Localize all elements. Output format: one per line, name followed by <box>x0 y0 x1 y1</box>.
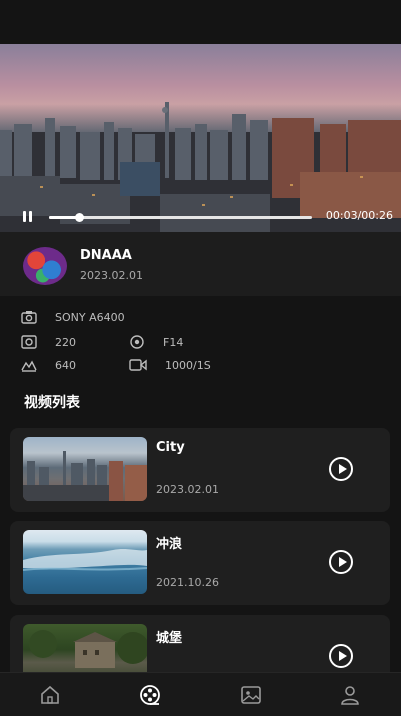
spec-camera: SONY A6400 <box>21 310 125 324</box>
author-row[interactable]: DNAAA 2023.02.01 <box>0 232 401 296</box>
home-icon <box>41 685 59 704</box>
spec-iso-value: 220 <box>55 335 76 349</box>
avatar[interactable] <box>23 247 67 285</box>
landscape-icon <box>21 360 37 372</box>
time-label: 00:03/00:26 <box>325 209 393 222</box>
video-player[interactable]: 00:03/00:26 <box>0 44 401 232</box>
thumbnail-city-graphic <box>23 451 147 501</box>
video-thumbnail[interactable] <box>23 437 147 501</box>
image-icon <box>241 686 261 704</box>
video-thumbnail[interactable] <box>23 530 147 594</box>
spec-iso: 220 <box>21 335 76 349</box>
camera-icon <box>21 311 37 324</box>
spec-resolution-value: 640 <box>55 358 76 372</box>
aperture-icon <box>130 335 144 349</box>
spec-shutter-value: 1000/1S <box>165 358 211 372</box>
spec-aperture-value: F14 <box>163 335 184 349</box>
author-date: 2023.02.01 <box>80 269 143 282</box>
spec-shutter: 1000/1S <box>129 358 211 372</box>
video-date: 2021.10.26 <box>156 576 219 589</box>
video-title: 冲浪 <box>156 537 183 552</box>
section-title: 视频列表 <box>24 395 80 411</box>
play-icon[interactable] <box>329 644 353 668</box>
video-title: 城堡 <box>156 631 183 646</box>
video-card-city[interactable]: City 2023.02.01 <box>10 428 390 512</box>
pause-icon[interactable] <box>20 210 34 224</box>
tab-home[interactable] <box>39 684 61 706</box>
tab-profile[interactable] <box>339 684 361 706</box>
tab-video[interactable] <box>139 684 161 706</box>
lens-icon <box>21 335 37 349</box>
progress-bar[interactable] <box>49 213 312 222</box>
play-icon[interactable] <box>329 550 353 574</box>
spec-aperture: F14 <box>129 335 183 349</box>
bottom-tab-bar <box>0 672 401 716</box>
video-title: City <box>156 440 185 455</box>
progress-knob[interactable] <box>74 213 84 222</box>
tab-gallery[interactable] <box>240 684 262 706</box>
video-reel-icon <box>140 685 160 705</box>
video-camera-icon <box>129 359 147 371</box>
play-icon[interactable] <box>329 457 353 481</box>
video-card-surf[interactable]: 冲浪 2021.10.26 <box>10 521 390 605</box>
spec-camera-value: SONY A6400 <box>55 310 125 324</box>
author-name: DNAAA <box>80 248 132 263</box>
profile-icon <box>341 686 359 705</box>
video-controls: 00:03/00:26 <box>0 202 401 232</box>
spec-resolution: 640 <box>21 358 76 372</box>
video-date: 2023.02.01 <box>156 483 219 496</box>
status-bar <box>0 0 401 44</box>
thumbnail-wave-graphic <box>23 549 147 571</box>
